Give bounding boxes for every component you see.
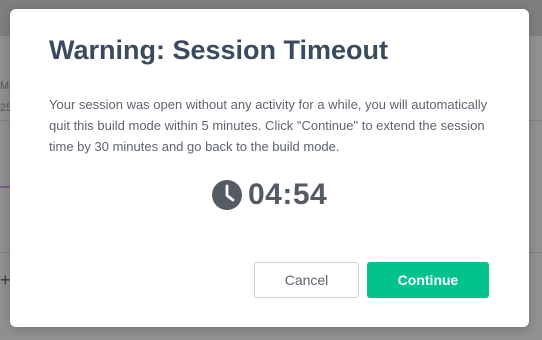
- background-accent-line: [0, 186, 10, 188]
- clock-icon: [212, 180, 242, 210]
- plus-icon: +: [0, 270, 11, 290]
- cancel-button[interactable]: Cancel: [254, 262, 359, 298]
- dialog-title: Warning: Session Timeout: [49, 35, 389, 65]
- dialog-message: Your session was open without any activi…: [49, 97, 488, 154]
- session-timeout-dialog: Warning: Session Timeout Your session wa…: [10, 9, 529, 327]
- countdown-timer: 04:54: [212, 177, 327, 213]
- countdown-value: 04:54: [248, 178, 328, 211]
- continue-button[interactable]: Continue: [367, 262, 489, 298]
